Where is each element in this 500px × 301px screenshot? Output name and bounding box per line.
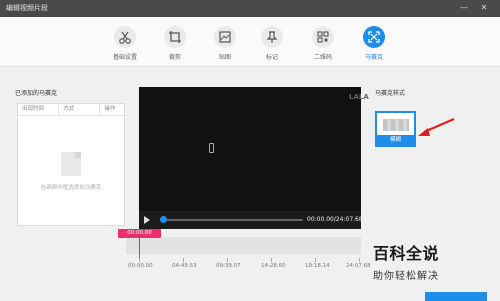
column-header: 出现时间 — [18, 104, 60, 115]
tool-crop[interactable]: 裁剪 — [155, 26, 195, 61]
minimize-button[interactable]: — — [458, 2, 470, 14]
close-button[interactable]: ✕ — [478, 2, 490, 14]
mosaic-style-blur[interactable]: 模糊 — [375, 111, 416, 147]
ruler-label: 09:39.07 — [216, 263, 241, 269]
tool-label: 裁剪 — [168, 54, 181, 61]
tool-label: 标记 — [265, 54, 278, 61]
video-time: 00:00.00/24:07.68 — [307, 216, 363, 223]
video-preview[interactable]: LALA — [139, 87, 369, 229]
watermark-subtitle: 助你轻松解决 — [373, 271, 439, 282]
mouse-cursor-icon — [209, 143, 214, 153]
watermark-title: 百科全说 — [373, 244, 440, 263]
empty-document-icon — [61, 152, 81, 176]
ruler-label: 14:28.60 — [261, 263, 286, 269]
title-bar: 编辑视频片段 — ✕ — [0, 0, 500, 17]
mosaic-list: 出现时间 方式 操作 在画面中框选添加马赛克 — [17, 103, 125, 226]
mosaic-style-label: 模糊 — [377, 135, 414, 145]
timeline-ruler — [126, 256, 361, 262]
tool-qrcode[interactable]: 二维码 — [303, 26, 343, 61]
current-time: 00:00.00 — [127, 230, 152, 236]
ruler-label: 04:49.53 — [172, 263, 197, 269]
red-arrow-annotation — [418, 117, 455, 136]
current-time-tag[interactable]: 00:00.00 — [118, 229, 161, 238]
scissors-icon — [114, 26, 136, 48]
ruler-label: 00:00.00 — [128, 263, 153, 269]
tool-label: 基础设置 — [112, 54, 137, 61]
image-icon — [214, 26, 236, 48]
qrcode-icon — [312, 26, 334, 48]
window-title: 编辑视频片段 — [6, 4, 48, 12]
column-header: 方式 — [59, 104, 101, 115]
crop-icon — [164, 26, 186, 48]
pin-icon — [261, 26, 283, 48]
tool-basic-settings[interactable]: 基础设置 — [105, 26, 145, 61]
confirm-button[interactable] — [425, 292, 487, 301]
tool-label: 马赛克 — [364, 54, 383, 61]
edit-toolbar: 基础设置 裁剪 贴图 标记 二维码 马赛克 — [0, 17, 500, 67]
play-icon[interactable] — [144, 216, 150, 224]
tool-mark[interactable]: 标记 — [252, 26, 292, 61]
blur-preview — [383, 119, 409, 131]
video-progress-track[interactable] — [163, 219, 303, 221]
tool-label: 二维码 — [313, 54, 332, 61]
tool-mosaic[interactable]: 马赛克 — [354, 26, 394, 61]
mosaic-list-header: 出现时间 方式 操作 — [18, 104, 124, 116]
tool-sticker[interactable]: 贴图 — [205, 26, 245, 61]
timeline-track[interactable] — [126, 237, 361, 254]
column-header: 操作 — [104, 106, 116, 112]
mosaic-icon — [363, 26, 385, 48]
empty-hint: 在画面中框选添加马赛克 — [40, 185, 102, 191]
video-controls: 00:00.00/24:07.68 — [139, 211, 363, 229]
ruler-label: 19:18.14 — [305, 263, 330, 269]
tool-label: 贴图 — [218, 54, 231, 61]
video-watermark: LALA — [349, 93, 369, 101]
ruler-label: 24:07.68 — [346, 263, 371, 269]
mosaic-list-title: 已添加的马赛克 — [15, 90, 58, 97]
video-progress-knob[interactable] — [160, 216, 167, 223]
mosaic-style-title: 马赛克样式 — [375, 90, 406, 97]
site-watermark: 百科全说 助你轻松解决 — [373, 240, 491, 282]
